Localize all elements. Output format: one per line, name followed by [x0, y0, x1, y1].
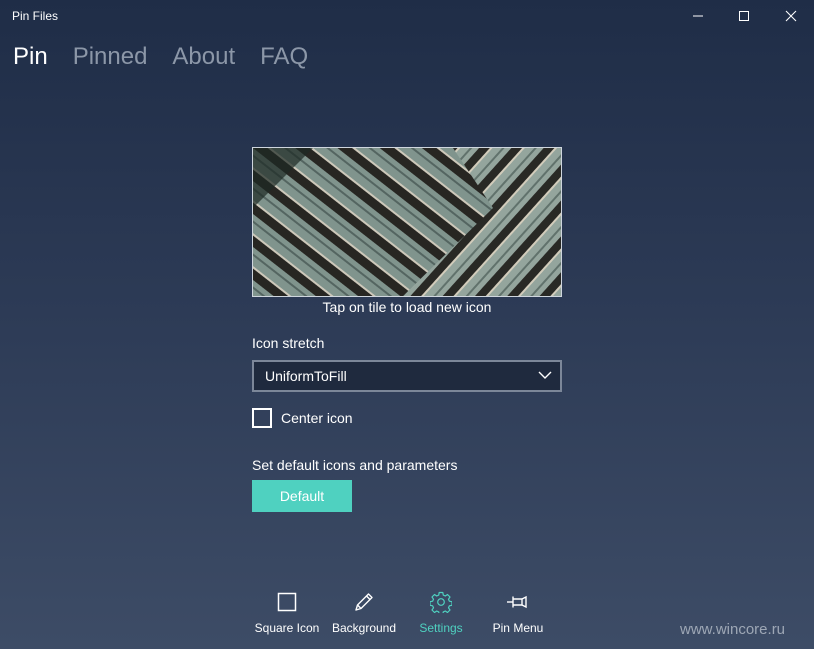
- close-icon: [785, 10, 797, 22]
- default-description: Set default icons and parameters: [252, 457, 458, 473]
- maximize-icon: [739, 11, 749, 21]
- pencil-icon: [355, 593, 373, 611]
- chevron-down-icon: [538, 371, 552, 379]
- window-title: Pin Files: [12, 9, 59, 23]
- appbar-label: Pin Menu: [492, 621, 544, 635]
- tab-faq[interactable]: FAQ: [260, 42, 308, 72]
- appbar-label: Background: [331, 621, 397, 635]
- icon-stretch-dropdown[interactable]: UniformToFill: [252, 360, 562, 392]
- appbar-label: Settings: [419, 621, 463, 635]
- square-icon: [277, 592, 297, 612]
- center-icon-checkbox-row[interactable]: Center icon: [252, 408, 353, 428]
- default-button[interactable]: Default: [252, 480, 352, 512]
- tab-pinned[interactable]: Pinned: [73, 42, 148, 72]
- tile-image: [253, 148, 561, 296]
- appbar-label: Square Icon: [254, 621, 320, 635]
- appbar-settings-button[interactable]: Settings: [401, 590, 481, 635]
- icon-stretch-label: Icon stretch: [252, 335, 325, 351]
- title-bar: Pin Files: [0, 0, 814, 32]
- gear-icon: [430, 591, 452, 613]
- pin-icon: [507, 595, 527, 609]
- nav-tabs: Pin Pinned About FAQ: [13, 42, 333, 72]
- appbar-pin-menu-button[interactable]: Pin Menu: [478, 590, 558, 635]
- appbar-square-icon-button[interactable]: Square Icon: [247, 590, 327, 635]
- tile-caption: Tap on tile to load new icon: [322, 299, 492, 315]
- center-icon-checkbox[interactable]: [252, 408, 272, 428]
- maximize-button[interactable]: [721, 0, 767, 32]
- appbar-background-button[interactable]: Background: [324, 590, 404, 635]
- icon-stretch-value: UniformToFill: [265, 368, 347, 384]
- tab-about[interactable]: About: [172, 42, 235, 72]
- center-icon-label: Center icon: [281, 410, 353, 426]
- watermark: www.wincore.ru: [680, 621, 786, 638]
- close-button[interactable]: [768, 0, 814, 32]
- tab-pin[interactable]: Pin: [13, 42, 48, 72]
- tile-preview[interactable]: [252, 147, 562, 297]
- minimize-button[interactable]: [675, 0, 721, 32]
- minimize-icon: [693, 15, 703, 17]
